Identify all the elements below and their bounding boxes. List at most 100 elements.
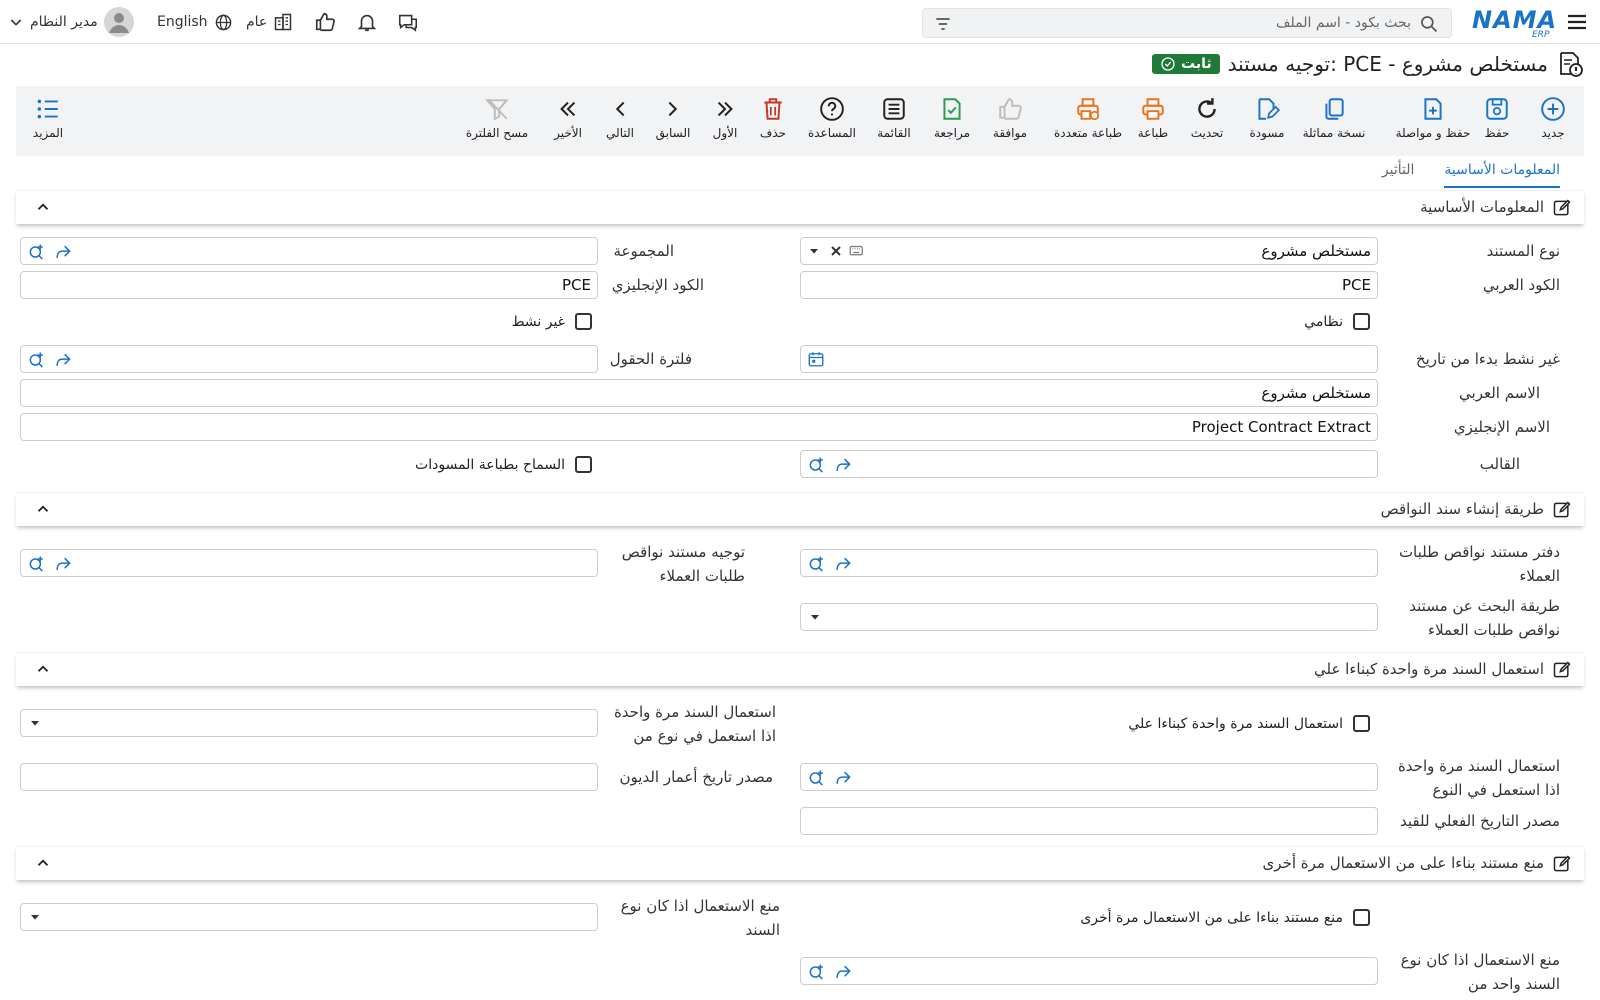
search-plus-icon[interactable]: [27, 350, 47, 370]
search-plus-icon[interactable]: [807, 455, 827, 475]
share-arrow-icon[interactable]: [833, 962, 853, 982]
actual-date-source-field[interactable]: [800, 807, 1378, 835]
notifications-button[interactable]: [356, 0, 378, 44]
search-plus-icon[interactable]: [807, 554, 827, 574]
shortage-book-field[interactable]: [800, 549, 1378, 577]
search-input[interactable]: بحث بكود - اسم الملف: [1276, 15, 1411, 31]
search-plus-icon[interactable]: [807, 962, 827, 982]
clear-x-icon[interactable]: [828, 243, 844, 259]
edit-square-icon: [1553, 199, 1571, 216]
search-plus-icon[interactable]: [27, 554, 47, 574]
hamburger-menu-icon[interactable]: [1565, 10, 1589, 34]
chevron-down-icon: [10, 19, 22, 26]
arabic-name-value: مستخلص مشروع: [1261, 384, 1371, 402]
messages-button[interactable]: [397, 0, 419, 44]
system-checkbox[interactable]: نظامي: [1304, 313, 1370, 330]
checkbox-box[interactable]: [1353, 715, 1370, 732]
document-settings-icon: [1560, 52, 1583, 77]
checkbox-box[interactable]: [1353, 909, 1370, 926]
shortage-book-label: دفتر مستند نواقص طلبات العملاء: [1398, 543, 1560, 585]
title-row: توجيه مستند: PCE - مستخلص مشروع ثابت: [1152, 48, 1584, 80]
more-button[interactable]: المزيد: [16, 94, 80, 140]
prevent-if-one-of-field[interactable]: [800, 957, 1378, 985]
last-button[interactable]: الأخير: [536, 94, 600, 140]
chevron-up-icon[interactable]: [34, 854, 52, 872]
calendar-icon[interactable]: [807, 350, 825, 368]
building-icon: [275, 13, 292, 31]
search-field[interactable]: بحث بكود - اسم الملف: [922, 8, 1452, 38]
avatar-icon: [103, 7, 134, 37]
filter-icon[interactable]: [933, 14, 953, 34]
caret-down-icon[interactable]: [27, 715, 43, 731]
search-plus-icon[interactable]: [807, 768, 827, 788]
section-use-once-header[interactable]: استعمال السند مرة واحدة كبناءا علي: [16, 652, 1584, 686]
plus-circle-icon: [1541, 97, 1565, 121]
english-name-field[interactable]: Project Contract Extract: [20, 413, 1378, 441]
share-arrow-icon[interactable]: [833, 768, 853, 788]
tab-effect[interactable]: التأثير: [1382, 158, 1415, 188]
approve-button[interactable]: موافقة: [978, 94, 1042, 140]
status-badge-label: ثابت: [1181, 56, 1212, 72]
chevron-right-icon: [668, 101, 678, 117]
draft-button[interactable]: مسودة: [1235, 94, 1299, 140]
caret-down-icon[interactable]: [807, 609, 823, 625]
caret-down-icon[interactable]: [27, 909, 43, 925]
new-button[interactable]: جديد: [1521, 94, 1585, 140]
share-arrow-icon[interactable]: [53, 350, 73, 370]
clear-filter-button[interactable]: مسح الفلترة: [457, 94, 537, 140]
list-button[interactable]: القائمة: [862, 94, 926, 140]
inactive-from-label: غير نشط بدءا من تاريخ: [1415, 350, 1560, 368]
shortage-search-method-label: طريقة البحث عن مستند نواقص طلبات العملاء: [1409, 597, 1560, 639]
arabic-name-field[interactable]: مستخلص مشروع: [20, 379, 1378, 407]
section-prevent-header[interactable]: منع مستند بناءا على من الاستعمال مرة أخر…: [16, 846, 1584, 880]
section-basic-info-header[interactable]: المعلومات الأساسية: [16, 190, 1584, 224]
group-field[interactable]: [20, 237, 598, 265]
tab-basic-info[interactable]: المعلومات الأساسية: [1444, 158, 1560, 188]
share-arrow-icon[interactable]: [833, 455, 853, 475]
template-field[interactable]: [800, 450, 1378, 478]
help-icon: [820, 97, 844, 121]
debt-age-source-field[interactable]: [20, 763, 598, 791]
share-arrow-icon[interactable]: [53, 554, 73, 574]
doc-type-field[interactable]: مستخلص مشروع: [800, 237, 1378, 265]
use-once-type-from-select[interactable]: [20, 709, 598, 737]
shortage-route-field[interactable]: [20, 549, 598, 577]
allow-draft-print-label: السماح بطباعة المسودات: [415, 456, 565, 473]
save-continue-button[interactable]: حفظ و مواصلة: [1388, 94, 1478, 140]
like-button[interactable]: [314, 0, 336, 44]
allow-draft-print-checkbox[interactable]: السماح بطباعة المسودات: [415, 456, 592, 473]
checkbox-box[interactable]: [1353, 313, 1370, 330]
share-arrow-icon[interactable]: [53, 242, 73, 262]
use-once-checkbox[interactable]: استعمال السند مرة واحدة كبناءا علي: [1128, 715, 1370, 732]
language-switch[interactable]: English: [157, 0, 233, 44]
english-code-field[interactable]: PCE: [20, 271, 598, 299]
checkbox-box[interactable]: [575, 313, 592, 330]
shortage-search-method-select[interactable]: [800, 603, 1378, 631]
help-button[interactable]: المساعدة: [800, 94, 864, 140]
search-plus-icon[interactable]: [27, 242, 47, 262]
chevron-up-icon[interactable]: [34, 198, 52, 216]
keyboard-icon[interactable]: [848, 242, 866, 260]
bell-icon: [357, 14, 377, 32]
debt-age-source-label: مصدر تاريخ أعمار الديون: [619, 768, 773, 786]
inactive-from-date-field[interactable]: [800, 345, 1378, 373]
fields-filter-field[interactable]: [20, 345, 598, 373]
prevent-if-type-select[interactable]: [20, 903, 598, 931]
branch-switch[interactable]: عام: [246, 0, 293, 44]
inactive-checkbox[interactable]: غير نشط: [512, 313, 592, 330]
caret-down-icon[interactable]: [806, 243, 822, 259]
user-menu[interactable]: مدير النظام: [8, 0, 134, 44]
checkbox-box[interactable]: [575, 456, 592, 473]
prevent-reuse-checkbox[interactable]: منع مستند بناءا على من الاستعمال مرة أخر…: [1080, 909, 1370, 926]
thumbs-up-icon: [315, 12, 335, 32]
review-button[interactable]: مراجعة: [920, 94, 984, 140]
duplicate-button[interactable]: نسخة مماثلة: [1294, 94, 1374, 140]
chevron-up-icon[interactable]: [34, 660, 52, 678]
multi-print-button[interactable]: طباعة متعددة: [1038, 94, 1138, 140]
arabic-code-field[interactable]: PCE: [800, 271, 1378, 299]
nama-erp-logo[interactable]: NAMA ERP: [1472, 4, 1556, 40]
share-arrow-icon[interactable]: [833, 554, 853, 574]
use-once-type-field[interactable]: [800, 763, 1378, 791]
section-shortage-header[interactable]: طريقة إنشاء سند النواقص: [16, 492, 1584, 526]
chevron-up-icon[interactable]: [34, 500, 52, 518]
